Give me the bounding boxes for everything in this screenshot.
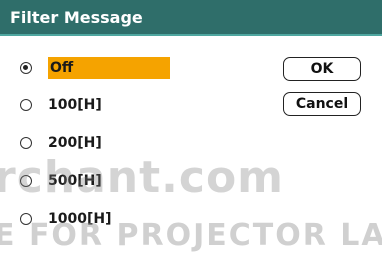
option-100h[interactable]: 100[H] bbox=[20, 92, 102, 118]
option-label: Off bbox=[48, 57, 170, 79]
cancel-button-label: Cancel bbox=[295, 96, 349, 112]
watermark-banner: E FOR PROJECTOR LAM bbox=[0, 218, 382, 253]
dialog-title-bar: Filter Message bbox=[0, 0, 382, 36]
radio-icon[interactable] bbox=[20, 137, 32, 149]
option-label: 200[H] bbox=[48, 135, 102, 151]
radio-selected-icon[interactable] bbox=[20, 62, 32, 74]
ok-button-label: OK bbox=[310, 61, 334, 77]
option-label: 100[H] bbox=[48, 97, 102, 113]
option-off[interactable]: Off bbox=[20, 55, 170, 81]
dialog-title: Filter Message bbox=[10, 8, 143, 27]
cancel-button[interactable]: Cancel bbox=[283, 92, 361, 116]
watermark-text: rchant.com bbox=[0, 152, 285, 203]
ok-button[interactable]: OK bbox=[283, 57, 361, 81]
radio-icon[interactable] bbox=[20, 99, 32, 111]
